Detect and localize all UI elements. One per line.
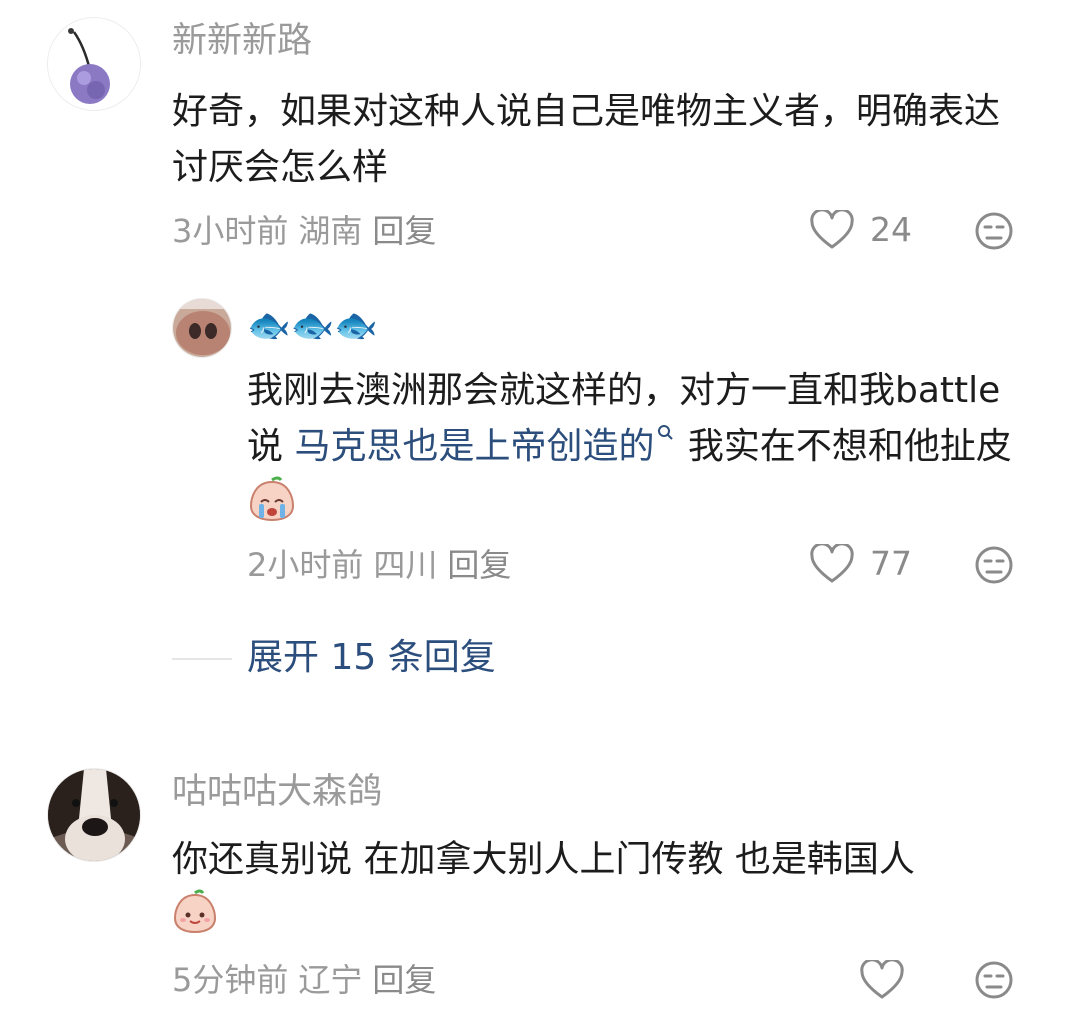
timestamp: 3小时前 — [172, 212, 289, 250]
user-avatar[interactable] — [47, 768, 141, 862]
like-button[interactable]: 77 — [810, 544, 912, 584]
reply-button[interactable]: 回复 — [372, 212, 436, 250]
comment-text-line: 你还真别说 在加拿大别人上门传教 也是韩国人 — [172, 839, 915, 880]
username[interactable]: 新新新路 — [172, 19, 312, 63]
crying-sticker-icon — [249, 476, 295, 522]
location: 四川 — [373, 546, 438, 584]
timestamp: 5分钟前 — [172, 961, 289, 999]
expand-replies-button[interactable]: 展开 15 条回复 — [247, 634, 496, 682]
comment-meta: 2小时前 四川 回复 — [247, 545, 521, 585]
search-link-text: 马克思也是上帝创造的 — [294, 426, 655, 467]
username[interactable]: 🐟🐟🐟 — [247, 304, 378, 348]
search-link[interactable]: 马克思也是上帝创造的 — [294, 425, 676, 467]
like-count: 24 — [870, 210, 912, 249]
heart-icon — [810, 210, 854, 249]
heart-icon — [810, 544, 854, 583]
dislike-face-icon[interactable] — [974, 960, 1014, 1000]
like-count: 77 — [870, 544, 912, 583]
comment-text[interactable]: 我刚去澳洲那会就这样的，对方一直和我battle说 马克思也是上帝创造的 我实在… — [247, 363, 1027, 531]
location: 辽宁 — [298, 961, 363, 999]
user-avatar[interactable] — [47, 17, 141, 111]
comment-text-end: 我实在不想和他扯皮 — [676, 426, 1012, 467]
divider-line — [172, 658, 232, 660]
comment-meta: 5分钟前 辽宁 回复 — [172, 960, 446, 1000]
location: 湖南 — [298, 212, 363, 250]
like-button[interactable]: 24 — [810, 210, 912, 250]
search-icon — [658, 425, 674, 440]
comment-meta: 3小时前 湖南 回复 — [172, 211, 446, 251]
username[interactable]: 咕咕咕大森鸽 — [172, 770, 382, 814]
user-avatar[interactable] — [172, 298, 232, 358]
comment-text[interactable]: 好奇，如果对这种人说自己是唯物主义者，明确表达讨厌会怎么样 — [172, 84, 1022, 196]
dislike-face-icon[interactable] — [974, 545, 1014, 585]
comment-text[interactable]: 你还真别说 在加拿大别人上门传教 也是韩国人 — [172, 832, 1052, 944]
like-button[interactable] — [860, 960, 920, 1000]
smiling-peach-sticker-icon — [173, 889, 217, 934]
reply-button[interactable]: 回复 — [447, 546, 511, 584]
dislike-face-icon[interactable] — [974, 211, 1014, 251]
heart-icon — [860, 960, 904, 999]
timestamp: 2小时前 — [247, 546, 364, 584]
reply-button[interactable]: 回复 — [372, 961, 436, 999]
